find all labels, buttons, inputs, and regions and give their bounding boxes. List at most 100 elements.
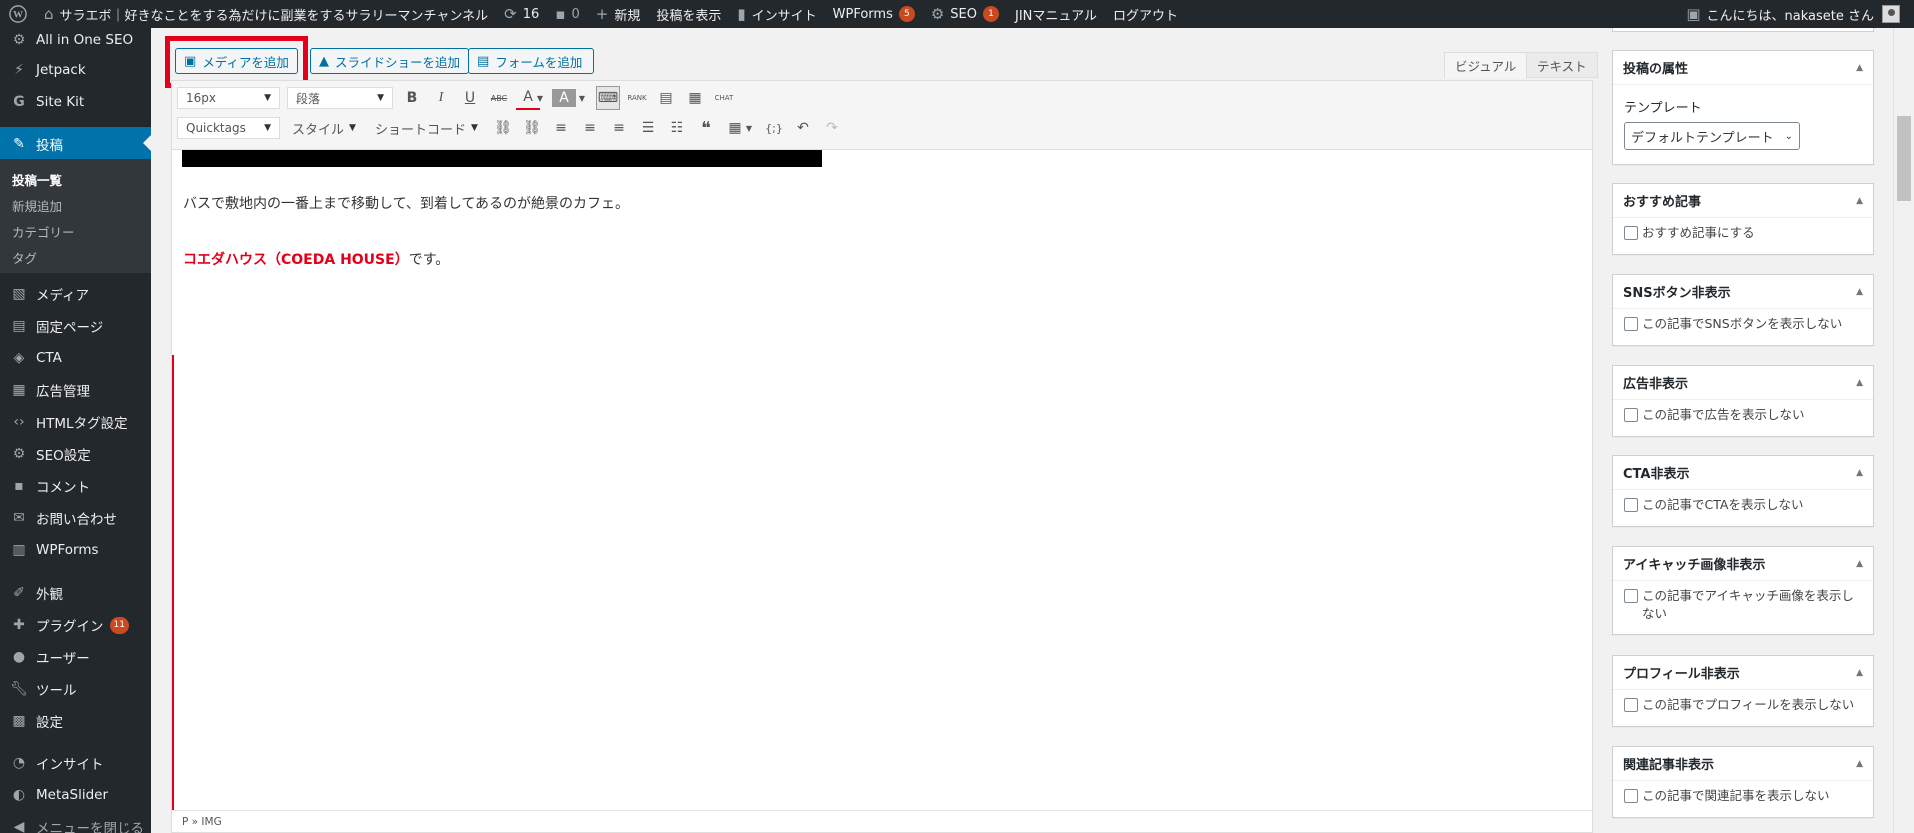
unlink-icon[interactable]: ⛓ (520, 116, 544, 140)
link-icon[interactable]: ⛓ (491, 116, 515, 140)
menu-all-in-one-seo[interactable]: ⚙ All in One SEO (0, 28, 151, 52)
menu-collapse[interactable]: ◀ メニューを閉じる (0, 811, 151, 833)
align-center-icon[interactable]: ≡ (578, 116, 602, 140)
view-post-link[interactable]: 投稿を表示 (648, 0, 729, 28)
table-list-icon[interactable]: ▤ (654, 86, 678, 110)
updates-link[interactable]: ⟳ 16 (496, 0, 547, 28)
metabox-title[interactable]: プロフィール非表示 ▲ (1613, 656, 1873, 690)
metabox-title[interactable]: 投稿の属性 ▲ (1613, 51, 1873, 85)
align-right-icon[interactable]: ≡ (607, 116, 631, 140)
metabox-title[interactable]: SNSボタン非表示 ▲ (1613, 275, 1873, 309)
checkbox[interactable] (1624, 698, 1638, 712)
menu-cta[interactable]: ◈ CTA (0, 342, 151, 374)
editor-content[interactable]: バスで敷地内の一番上まで移動して、到着してあるのが絶景のカフェ。 コエダハウス（… (171, 150, 1593, 810)
code-icon[interactable]: {;} (762, 116, 786, 140)
undo-icon[interactable]: ↶ (791, 116, 815, 140)
font-size-select[interactable]: 16px ▼ (177, 87, 280, 109)
menu-html-tags[interactable]: ‹› HTMLタグ設定 (0, 406, 151, 438)
checkbox[interactable] (1624, 498, 1638, 512)
checkbox[interactable] (1624, 408, 1638, 422)
menu-wpforms[interactable]: ▥ WPForms (0, 534, 151, 566)
insights-link[interactable]: ▮ インサイト (729, 0, 824, 28)
quicktags-select[interactable]: Quicktags ▼ (177, 117, 280, 139)
checkbox[interactable] (1624, 317, 1638, 331)
menu-metaslider[interactable]: ◐ MetaSlider (0, 779, 151, 811)
element-path[interactable]: P » IMG (182, 816, 222, 828)
menu-media[interactable]: ▧ メディア (0, 278, 151, 310)
tab-visual[interactable]: ビジュアル (1444, 52, 1528, 78)
chevron-down-icon[interactable]: ▼ (534, 86, 546, 110)
jin-manual-link[interactable]: JINマニュアル (1007, 0, 1105, 28)
submenu-all-posts[interactable]: 投稿一覧 (12, 170, 62, 189)
underline-button[interactable]: U (458, 86, 482, 110)
align-left-icon[interactable]: ≡ (549, 116, 573, 140)
italic-button[interactable]: I (429, 86, 453, 110)
wordpress-logo-icon[interactable]: W (0, 0, 36, 28)
chat-icon[interactable]: CHAT (712, 86, 736, 110)
menu-tools[interactable]: 🔧︎ ツール (0, 673, 151, 705)
menu-site-kit[interactable]: G Site Kit (0, 86, 151, 118)
metabox-title[interactable]: おすすめ記事 ▲ (1613, 184, 1873, 218)
menu-users[interactable]: ● ユーザー (0, 641, 151, 673)
blockquote-icon[interactable]: ❝ (694, 116, 718, 140)
collapse-arrow-icon[interactable]: ▲ (1856, 196, 1863, 206)
submenu-tags[interactable]: タグ (12, 248, 37, 267)
checkbox-row[interactable]: おすすめ記事にする (1624, 224, 1862, 242)
collapse-arrow-icon[interactable]: ▲ (1856, 759, 1863, 769)
bold-button[interactable]: B (400, 86, 424, 110)
rank-icon[interactable]: RANK (625, 86, 649, 110)
collapse-arrow-icon[interactable]: ▲ (1856, 287, 1863, 297)
menu-jetpack[interactable]: ⚡ Jetpack (0, 54, 151, 86)
tab-text[interactable]: テキスト (1526, 52, 1598, 78)
add-slideshow-button[interactable]: ▲ スライドショーを追加 (310, 48, 470, 74)
menu-contact[interactable]: ✉ お問い合わせ (0, 502, 151, 534)
background-color-button[interactable]: A (552, 89, 576, 107)
menu-appearance[interactable]: ✐ 外観 (0, 577, 151, 609)
numbered-list-icon[interactable]: ☷ (665, 116, 689, 140)
menu-comments[interactable]: ▪ コメント (0, 470, 151, 502)
menu-ads[interactable]: ▦ 広告管理 (0, 374, 151, 406)
page-scrollbar[interactable] (1893, 28, 1914, 833)
bullet-list-icon[interactable]: ☰ (636, 116, 660, 140)
new-content-link[interactable]: + 新規 (588, 0, 649, 28)
menu-settings[interactable]: ▩ 設定 (0, 705, 151, 737)
redo-icon[interactable]: ↷ (820, 116, 844, 140)
checkbox-row[interactable]: この記事でCTAを表示しない (1624, 496, 1862, 514)
collapse-arrow-icon[interactable]: ▲ (1856, 63, 1863, 73)
wpforms-link[interactable]: WPForms 5 (825, 0, 923, 28)
checkbox[interactable] (1624, 226, 1638, 240)
style-dropdown[interactable]: スタイル ▼ (292, 116, 356, 140)
menu-pages[interactable]: ▤ 固定ページ (0, 310, 151, 342)
checkbox-row[interactable]: この記事でプロフィールを表示しない (1624, 696, 1862, 714)
metabox-title[interactable]: 広告非表示 ▲ (1613, 366, 1873, 400)
checkbox-row[interactable]: この記事でアイキャッチ画像を表示しない (1624, 587, 1862, 623)
shortcode-dropdown[interactable]: ショートコード ▼ (375, 116, 478, 140)
strikethrough-button[interactable]: ABC (487, 86, 511, 110)
collapse-arrow-icon[interactable]: ▲ (1856, 378, 1863, 388)
add-form-button[interactable]: ▤ フォームを追加 (468, 48, 594, 74)
menu-plugins[interactable]: ✚ プラグイン 11 (0, 609, 151, 641)
seo-link[interactable]: ⚙ SEO 1 (923, 0, 1007, 28)
checkbox-row[interactable]: この記事で広告を表示しない (1624, 406, 1862, 424)
checkbox[interactable] (1624, 589, 1638, 603)
template-select[interactable]: デフォルトテンプレート ⌄ (1624, 122, 1800, 150)
menu-seo-settings[interactable]: ⚙ SEO設定 (0, 438, 151, 470)
metabox-title[interactable]: 関連記事非表示 ▲ (1613, 747, 1873, 781)
collapse-arrow-icon[interactable]: ▲ (1856, 668, 1863, 678)
collapse-arrow-icon[interactable]: ▲ (1856, 559, 1863, 569)
site-name-link[interactable]: ⌂ サラエボ｜好きなことをする為だけに副業をするサラリーマンチャンネル (36, 0, 496, 28)
menu-posts[interactable]: ✎ 投稿 (0, 127, 151, 161)
account-link[interactable]: ▣ こんにちは、nakasete さん (1678, 0, 1914, 28)
submenu-categories[interactable]: カテゴリー (12, 222, 75, 241)
chevron-down-icon[interactable]: ▼ (743, 116, 755, 140)
comments-link[interactable]: ▪ 0 (547, 0, 587, 28)
submenu-add-new[interactable]: 新規追加 (12, 196, 62, 215)
scrollbar-thumb[interactable] (1897, 116, 1911, 201)
logout-link[interactable]: ログアウト (1105, 0, 1186, 28)
collapse-arrow-icon[interactable]: ▲ (1856, 468, 1863, 478)
checkbox-row[interactable]: この記事でSNSボタンを表示しない (1624, 315, 1862, 333)
checkbox-row[interactable]: この記事で関連記事を表示しない (1624, 787, 1862, 805)
checkbox[interactable] (1624, 789, 1638, 803)
box-icon[interactable]: ▦ (683, 86, 707, 110)
metabox-title[interactable]: CTA非表示 ▲ (1613, 456, 1873, 490)
